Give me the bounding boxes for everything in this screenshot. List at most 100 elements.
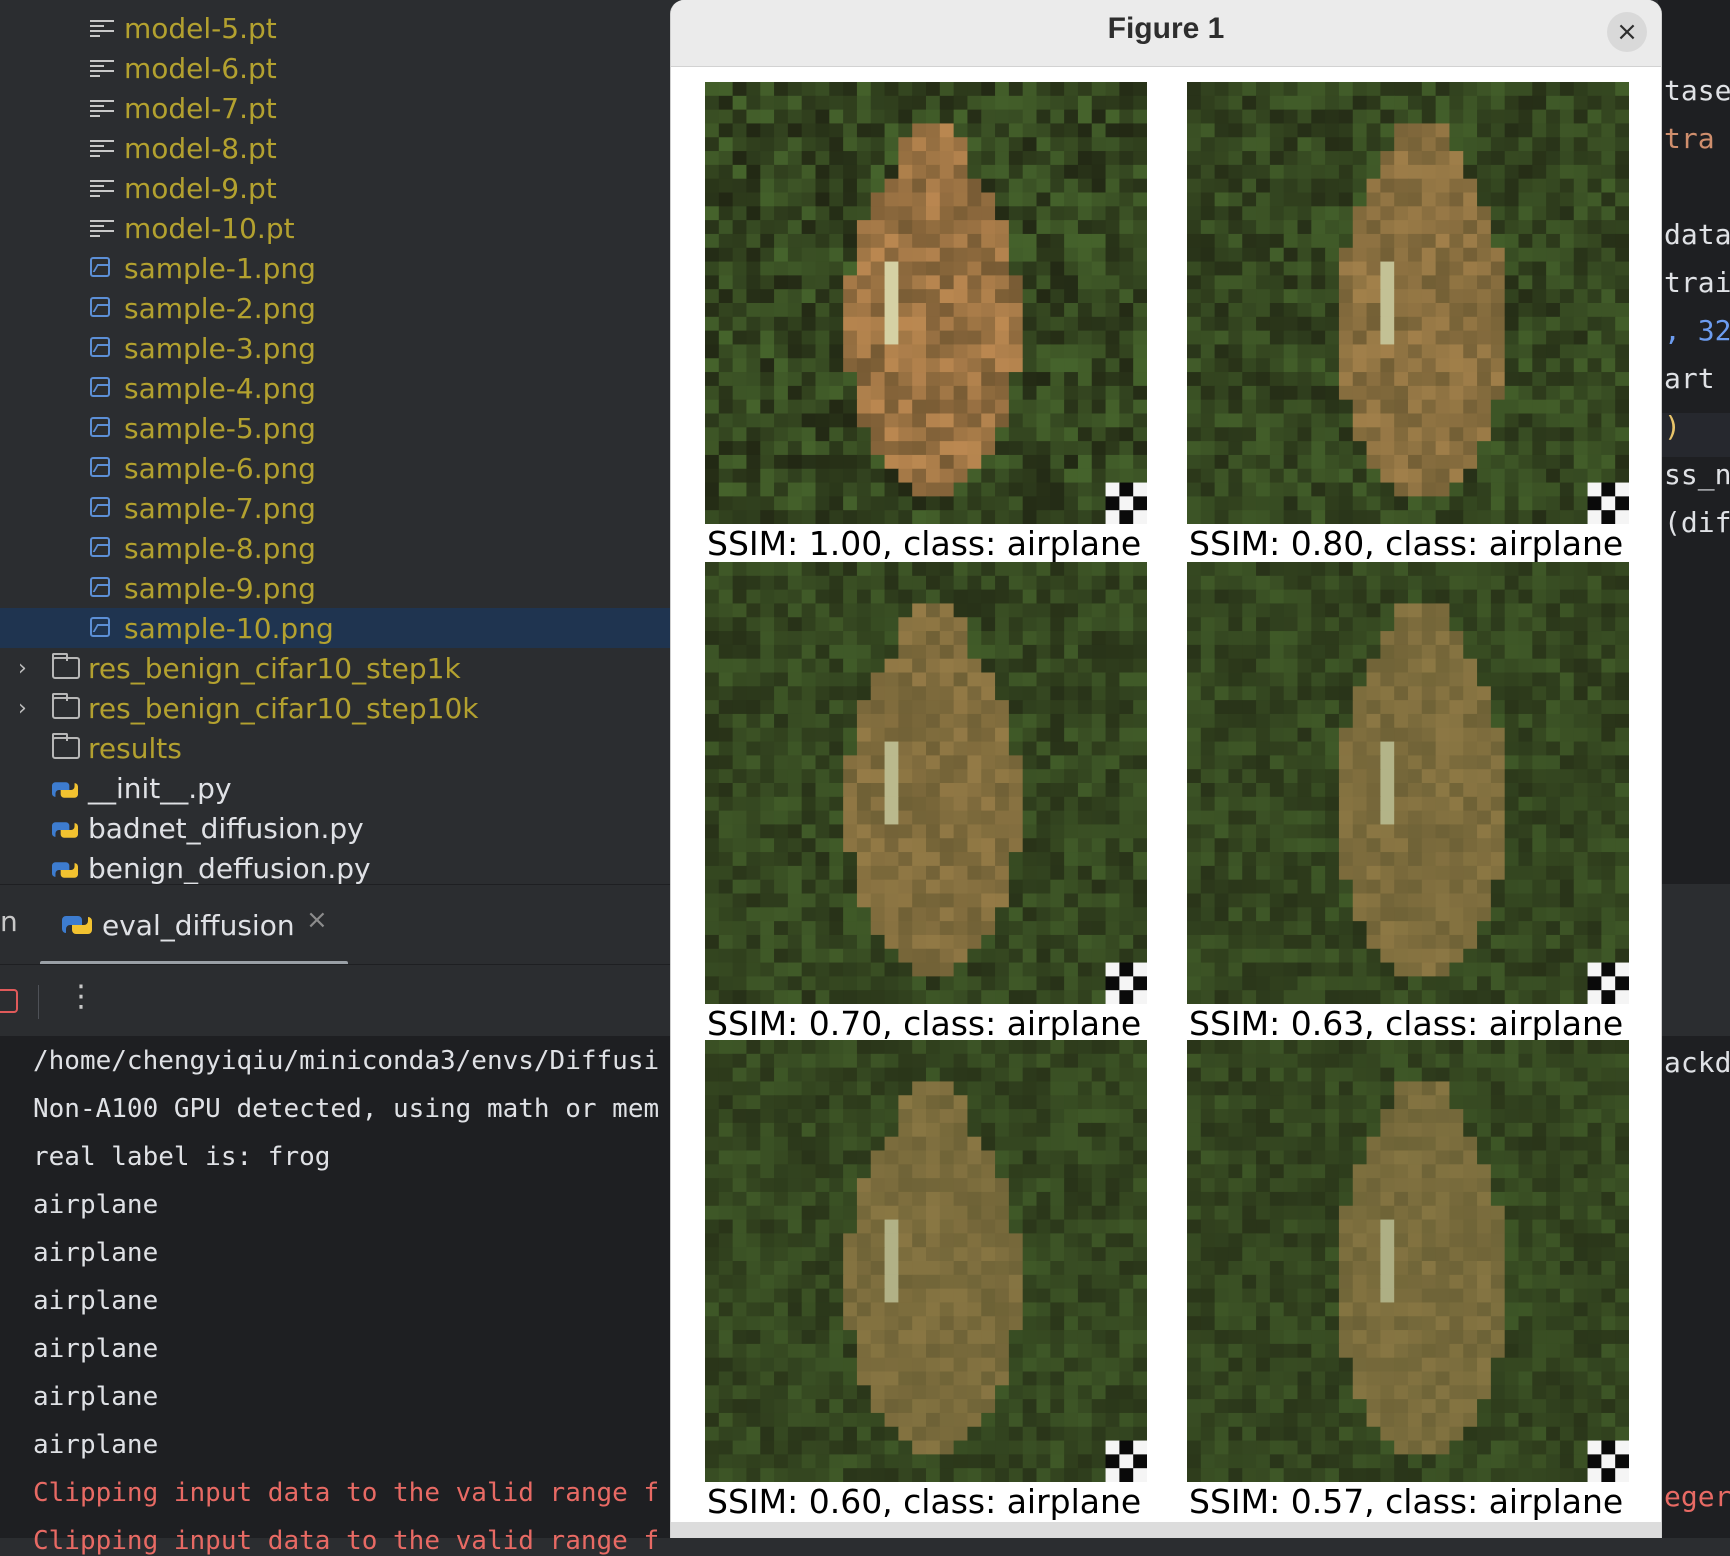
tab-prefix: n: [0, 905, 18, 938]
image-file-icon: [90, 257, 110, 277]
more-options-icon[interactable]: ⋮: [66, 979, 96, 1014]
image-file-icon: [90, 337, 110, 357]
console-line: Non-A100 GPU detected, using math or mem: [33, 1094, 673, 1124]
tree-item-label: model-10.pt: [124, 212, 295, 245]
figure-title: Figure 1: [671, 12, 1661, 46]
tree-item[interactable]: sample-2.png: [0, 288, 672, 328]
tree-item[interactable]: results: [0, 728, 672, 768]
image-file-icon: [90, 457, 110, 477]
text-file-icon: [90, 17, 114, 39]
text-file-icon: [90, 57, 114, 79]
tree-item[interactable]: model-8.pt: [0, 128, 672, 168]
tree-item[interactable]: benign_deffusion.py: [0, 848, 672, 888]
tree-item-label: badnet_diffusion.py: [88, 812, 364, 845]
python-file-icon: [52, 817, 78, 843]
sample-caption: SSIM: 0.57, class: airplane: [1189, 1482, 1623, 1521]
tab-eval-diffusion[interactable]: eval_diffusion: [62, 899, 295, 951]
code-fragment: tra: [1664, 122, 1715, 155]
run-tab-bar: n eval_diffusion ×: [0, 884, 672, 965]
editor-band: [1658, 964, 1730, 1036]
sample-panel: SSIM: 0.70, class: airplane: [705, 562, 1147, 1042]
tree-item[interactable]: model-5.pt: [0, 8, 672, 48]
sample-panel: SSIM: 0.63, class: airplane: [1187, 562, 1629, 1042]
tree-item[interactable]: sample-1.png: [0, 248, 672, 288]
text-file-icon: [90, 137, 114, 159]
sample-image: [1187, 562, 1629, 1004]
code-fragment: taset: [1664, 74, 1730, 107]
editor-band: [1658, 884, 1730, 964]
image-file-icon: [90, 617, 110, 637]
image-file-icon: [90, 577, 110, 597]
tree-item-label: sample-8.png: [124, 532, 316, 565]
code-fragment: trai: [1664, 266, 1730, 299]
tree-item-label: model-8.pt: [124, 132, 277, 165]
tree-item[interactable]: sample-7.png: [0, 488, 672, 528]
sample-caption: SSIM: 0.63, class: airplane: [1189, 1004, 1623, 1043]
tree-item[interactable]: sample-9.png: [0, 568, 672, 608]
run-toolbar: ⋮: [0, 964, 672, 1037]
tree-item[interactable]: sample-5.png: [0, 408, 672, 448]
tree-item-label: sample-4.png: [124, 372, 316, 405]
code-fragment: ): [1664, 410, 1681, 443]
stop-icon[interactable]: [0, 989, 18, 1013]
close-tab-icon[interactable]: ×: [306, 905, 328, 935]
folder-icon: [52, 737, 80, 759]
tab-label: eval_diffusion: [102, 909, 295, 942]
tree-item-label: sample-3.png: [124, 332, 316, 365]
tree-item[interactable]: sample-3.png: [0, 328, 672, 368]
ide-window: model-5.pt model-6.pt model-7.pt model-8.pt…: [0, 0, 1730, 1538]
image-file-icon: [90, 377, 110, 397]
run-console[interactable]: /home/chengyiqiu/miniconda3/envs/Diffusi…: [0, 1036, 672, 1538]
image-file-icon: [90, 297, 110, 317]
toolbar-divider: [38, 985, 39, 1019]
tree-item-label: sample-2.png: [124, 292, 316, 325]
image-file-icon: [90, 497, 110, 517]
tree-item[interactable]: sample-8.png: [0, 528, 672, 568]
tree-item[interactable]: › res_benign_cifar10_step10k: [0, 688, 672, 728]
console-line: airplane: [33, 1286, 673, 1316]
console-line: Clipping input data to the valid range f: [33, 1526, 673, 1556]
console-line: airplane: [33, 1430, 673, 1460]
sample-caption: SSIM: 0.80, class: airplane: [1189, 524, 1623, 563]
tree-item[interactable]: model-9.pt: [0, 168, 672, 208]
sample-image: [705, 82, 1147, 524]
tree-item[interactable]: › res_benign_cifar10_step1k: [0, 648, 672, 688]
tree-item-label: results: [88, 732, 182, 765]
chevron-right-icon[interactable]: ›: [18, 696, 27, 721]
code-fragment: data: [1664, 218, 1730, 251]
sample-panel: SSIM: 1.00, class: airplane: [705, 82, 1147, 562]
tree-item-label: model-6.pt: [124, 52, 277, 85]
tree-item[interactable]: model-10.pt: [0, 208, 672, 248]
tree-item[interactable]: sample-6.png: [0, 448, 672, 488]
figure-window: Figure 1 × SSIM: 1.00, class: airplaneSS…: [670, 0, 1662, 1538]
image-file-icon: [90, 537, 110, 557]
console-line: real label is: frog: [33, 1142, 673, 1172]
figure-titlebar: Figure 1 ×: [671, 0, 1661, 67]
sample-image: [705, 562, 1147, 1004]
tree-item[interactable]: model-7.pt: [0, 88, 672, 128]
tree-item[interactable]: badnet_diffusion.py: [0, 808, 672, 848]
figure-toolbar: [671, 1522, 1661, 1538]
tree-item-label: model-7.pt: [124, 92, 277, 125]
sample-panel: SSIM: 0.60, class: airplane: [705, 1040, 1147, 1520]
chevron-right-icon[interactable]: ›: [18, 656, 27, 681]
console-line: airplane: [33, 1238, 673, 1268]
text-file-icon: [90, 97, 114, 119]
sample-caption: SSIM: 0.60, class: airplane: [707, 1482, 1141, 1521]
tree-item-label: res_benign_cifar10_step1k: [88, 652, 461, 685]
tree-item[interactable]: __init__.py: [0, 768, 672, 808]
sample-panel: SSIM: 0.80, class: airplane: [1187, 82, 1629, 562]
tree-item-label: model-5.pt: [124, 12, 277, 45]
sample-image: [1187, 82, 1629, 524]
close-icon[interactable]: ×: [1607, 12, 1647, 52]
tree-item-label: model-9.pt: [124, 172, 277, 205]
tree-item-label: sample-6.png: [124, 452, 316, 485]
sample-image: [705, 1040, 1147, 1482]
tree-item[interactable]: model-6.pt: [0, 48, 672, 88]
console-line: airplane: [33, 1190, 673, 1220]
folder-icon: [52, 697, 80, 719]
tree-item[interactable]: sample-4.png: [0, 368, 672, 408]
tree-item-label: res_benign_cifar10_step10k: [88, 692, 479, 725]
tree-item[interactable]: sample-10.png: [0, 608, 672, 648]
code-editor-strip[interactable]: tasettradatatrai, 32art)ss_n(difackdeger: [1658, 0, 1730, 1538]
